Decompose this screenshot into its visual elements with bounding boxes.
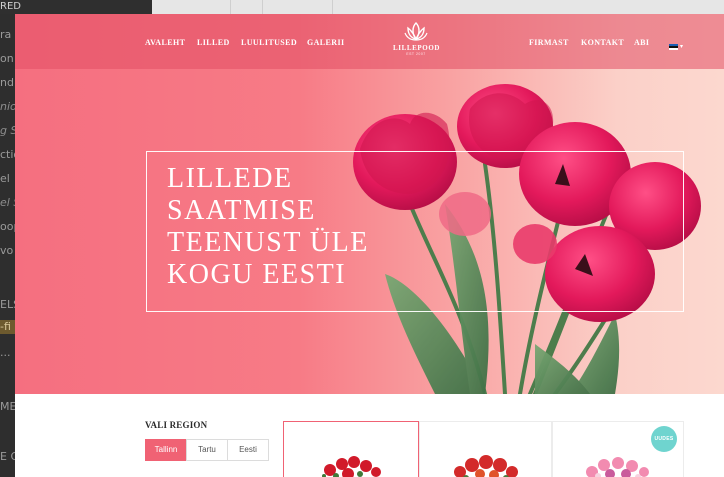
sidebar-fragment[interactable]: ctio — [0, 148, 15, 161]
hero-section: AVALEHT LILLED LUULITUSED GALERII LILLEP… — [15, 14, 724, 394]
sidebar-fragment[interactable]: ME — [0, 400, 15, 413]
sidebar-fragment[interactable]: ... — [0, 346, 15, 359]
site-navbar: AVALEHT LILLED LUULITUSED GALERII LILLEP… — [15, 14, 724, 69]
sidebar-fragment-highlighted[interactable]: -fi — [0, 320, 15, 334]
hero-headline-line: SAATMISE — [167, 195, 316, 226]
nav-link-avaleht[interactable]: AVALEHT — [145, 38, 185, 47]
sidebar-fragment[interactable]: E G — [0, 450, 15, 463]
hero-headline-line: TEENUST ÜLE — [167, 227, 369, 258]
hero-headline: LILLEDE SAATMISE TEENUST ÜLE KOGU EESTI — [167, 163, 427, 291]
background-sidebar: ra on nd nio g S ctio el el S oop vo ELS… — [0, 14, 15, 477]
chevron-down-icon: ▾ — [680, 44, 684, 51]
new-badge: UUDES — [651, 426, 677, 452]
region-and-products-section: VALI REGION Tallinn Tartu Eesti UUDES — [15, 394, 724, 477]
sidebar-fragment[interactable]: g S — [0, 124, 15, 137]
sidebar-fragment[interactable]: on — [0, 52, 15, 65]
region-tab-tartu[interactable]: Tartu — [186, 439, 228, 461]
red-mixed-bouquet-image — [453, 455, 518, 477]
region-tab-eesti[interactable]: Eesti — [227, 439, 269, 461]
toolbar-divider — [332, 0, 333, 14]
sidebar-fragment[interactable]: el — [0, 172, 15, 185]
nav-link-abi[interactable]: ABI — [634, 38, 649, 47]
nav-link-luulitused[interactable]: LUULITUSED — [241, 38, 297, 47]
site-logo[interactable]: LILLEPOOD EST 2007 — [393, 21, 439, 65]
logo-name: LILLEPOOD — [393, 44, 441, 52]
nav-link-firmast[interactable]: FIRMAST — [529, 38, 569, 47]
language-selector[interactable]: ▾ — [669, 38, 683, 56]
sidebar-fragment[interactable]: el S — [0, 196, 15, 209]
sidebar-fragment[interactable]: ra — [0, 28, 15, 41]
nav-link-lilled[interactable]: LILLED — [197, 38, 230, 47]
browser-page: AVALEHT LILLED LUULITUSED GALERII LILLEP… — [15, 14, 724, 477]
background-toolbar-dark — [0, 0, 152, 14]
product-card[interactable] — [419, 421, 552, 477]
region-tab-tallinn[interactable]: Tallinn — [145, 439, 187, 461]
background-toolbar — [0, 0, 724, 14]
sidebar-fragment[interactable]: nd — [0, 76, 15, 89]
sidebar-fragment[interactable]: oop — [0, 220, 15, 233]
product-card[interactable] — [283, 421, 419, 477]
estonian-flag-icon — [669, 43, 678, 50]
background-label: RED — [0, 1, 21, 12]
sidebar-fragment[interactable]: nio — [0, 100, 15, 113]
region-tabs: Tallinn Tartu Eesti — [145, 439, 269, 461]
region-title: VALI REGION — [145, 420, 208, 430]
sidebar-fragment[interactable]: vo — [0, 244, 15, 257]
pink-roses-bouquet-image — [586, 457, 649, 477]
toolbar-divider — [230, 0, 231, 14]
logo-subtitle: EST 2007 — [406, 52, 426, 56]
sidebar-fragment[interactable]: ELS — [0, 298, 15, 311]
lotus-icon — [404, 22, 428, 41]
nav-link-kontakt[interactable]: KONTAKT — [581, 38, 624, 47]
product-card[interactable]: UUDES — [552, 421, 684, 477]
nav-link-galerii[interactable]: GALERII — [307, 38, 344, 47]
toolbar-divider — [262, 0, 263, 14]
hero-headline-line: LILLEDE — [167, 163, 293, 194]
red-roses-bouquet-image — [322, 456, 381, 477]
hero-headline-line: KOGU EESTI — [167, 259, 347, 290]
